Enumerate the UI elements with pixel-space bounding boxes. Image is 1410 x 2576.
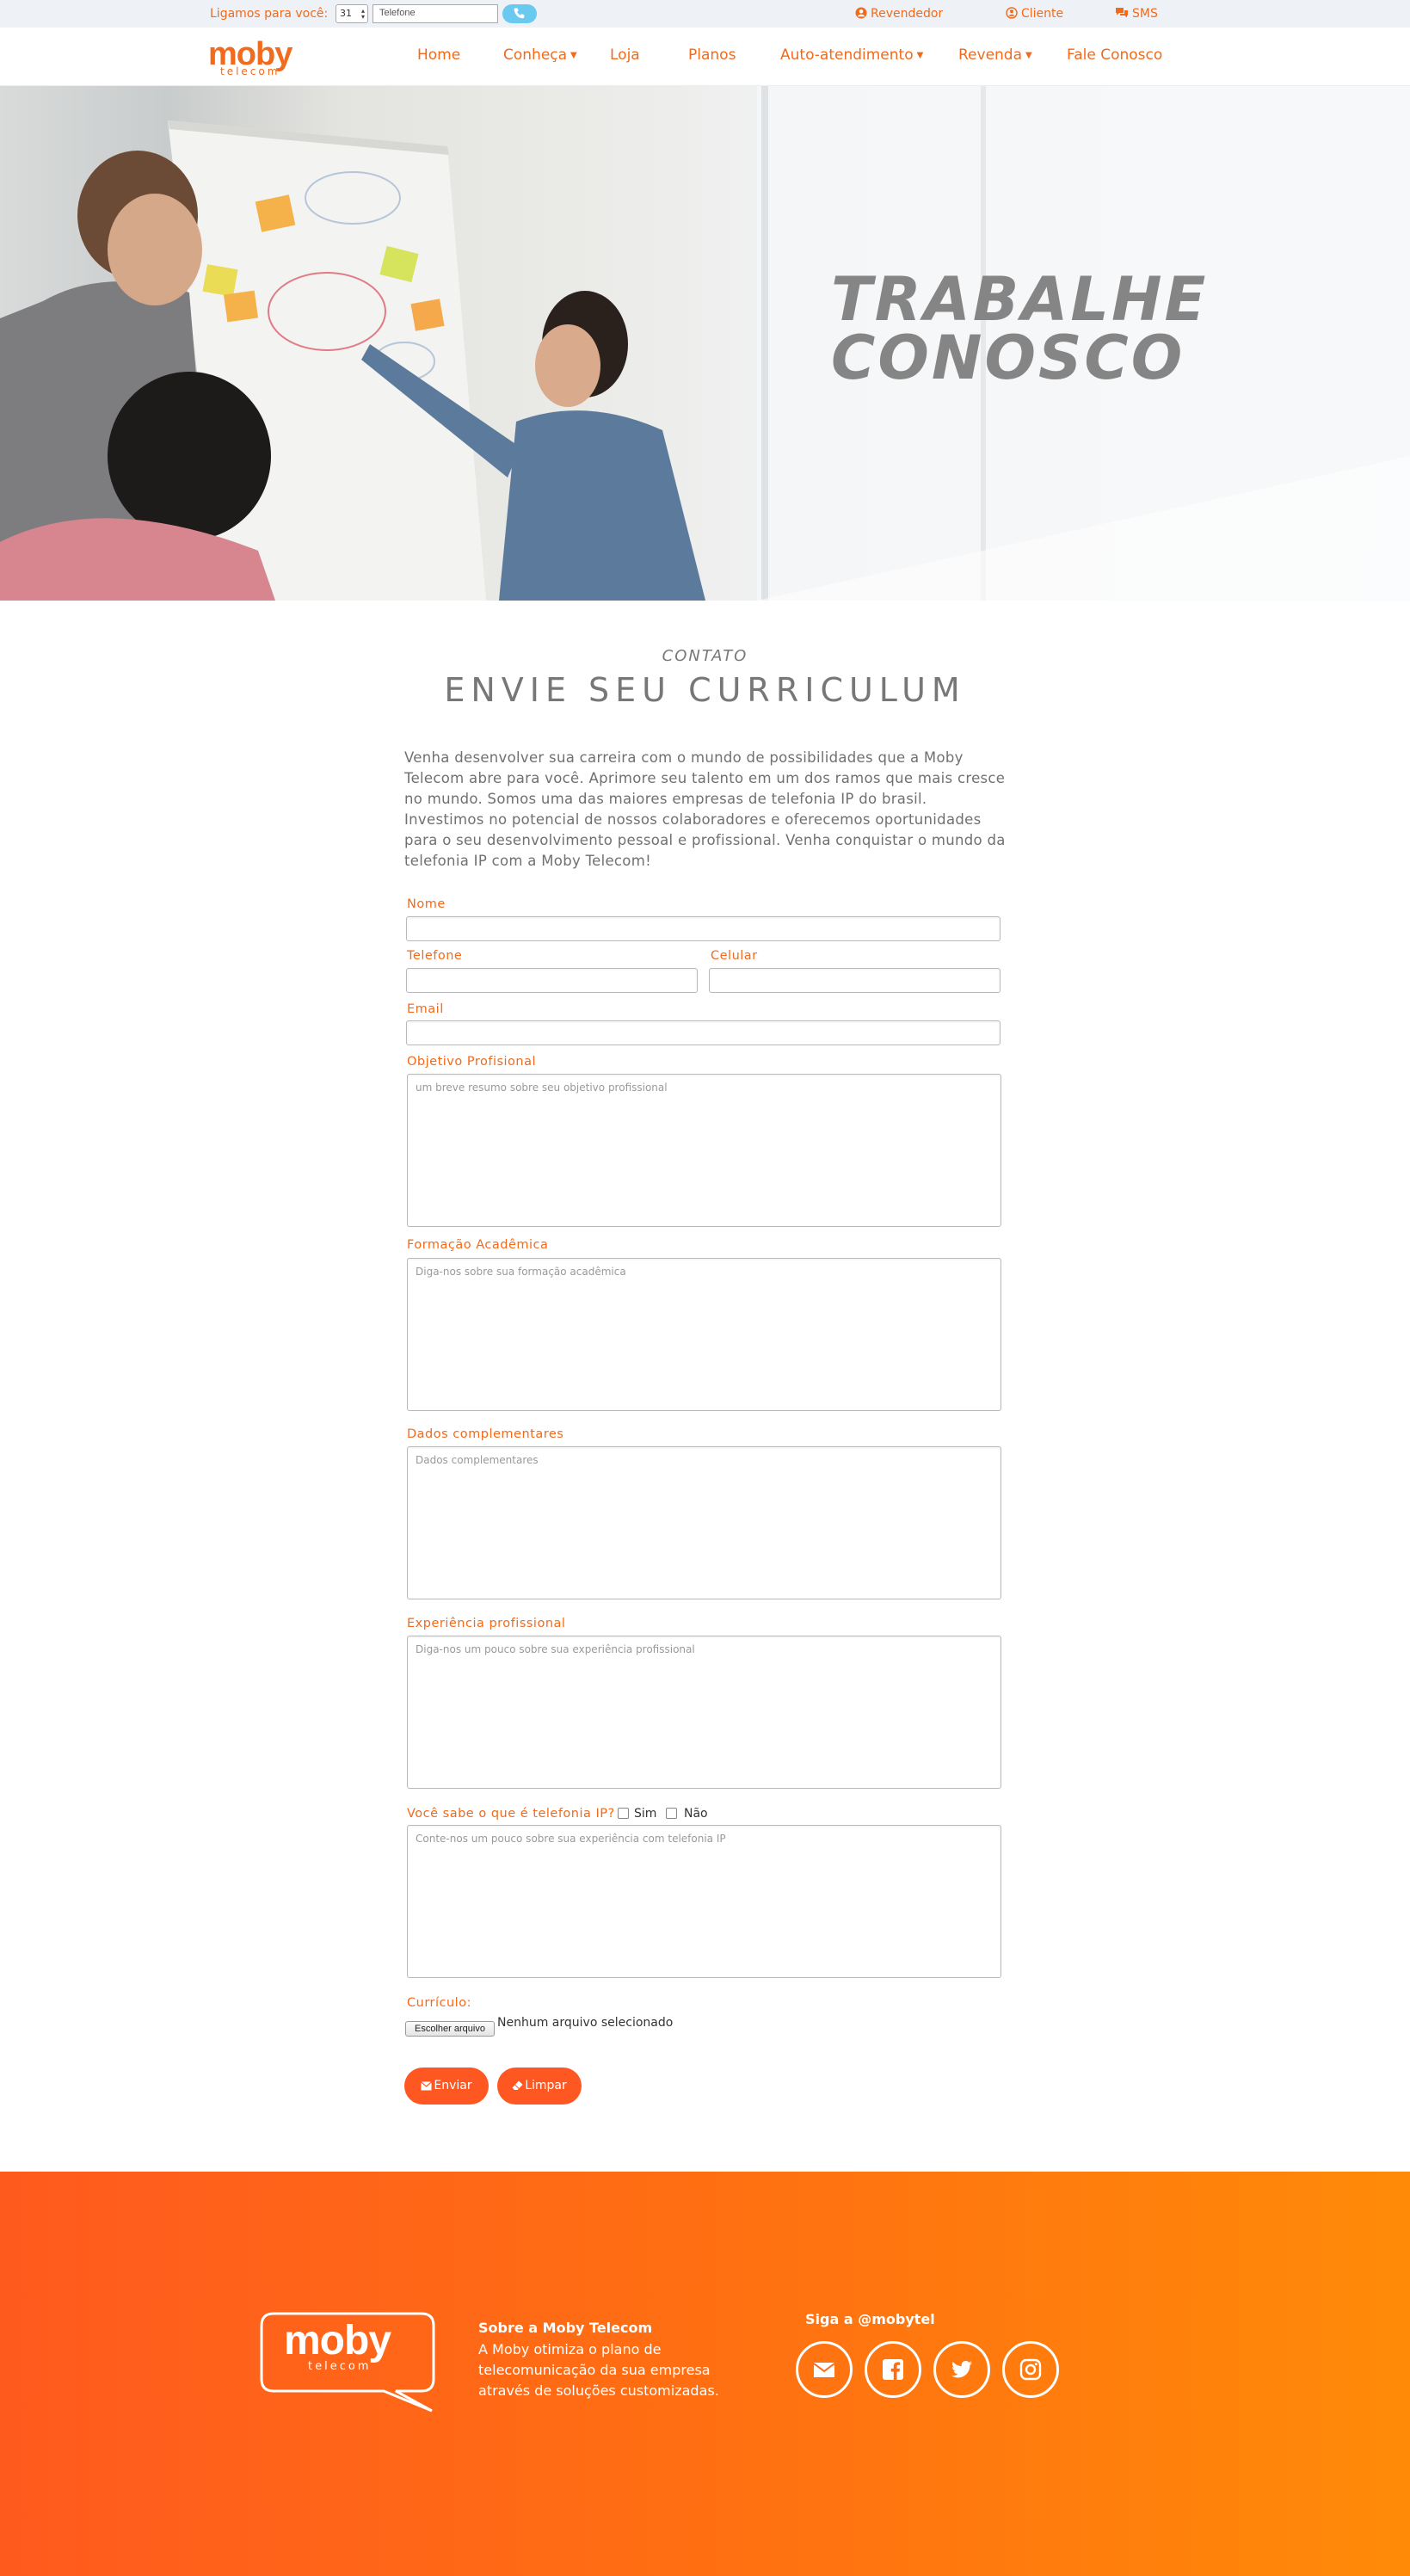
nav-auto-atendimento[interactable]: Auto-atendimento ▼: [780, 46, 923, 64]
top-bar: Ligamos para você: 31 ▴ ▾ Telefone Revend…: [0, 0, 1410, 28]
nav-conheca[interactable]: Conheça ▼: [503, 46, 577, 64]
twitter-icon: [951, 2360, 972, 2378]
formacao-placeholder: Diga-nos sobre sua formação acadêmica: [416, 1266, 626, 1278]
email-label: Email: [407, 1002, 444, 1016]
hero-title-line2: CONOSCO: [831, 323, 1185, 393]
formacao-textarea[interactable]: Diga-nos sobre sua formação acadêmica: [407, 1258, 1001, 1411]
voip-placeholder: Conte-nos um pouco sobre sua experiência…: [416, 1833, 726, 1845]
ddd-value: 31: [340, 8, 352, 19]
brand-logo[interactable]: moby telecom: [208, 36, 292, 77]
nav-home[interactable]: Home: [417, 46, 460, 64]
social-email-link[interactable]: [796, 2341, 853, 2398]
brand-sub: telecom: [220, 65, 280, 77]
footer-brand-sub: telecom: [308, 2360, 372, 2373]
call-label: Ligamos para você:: [210, 7, 329, 21]
nome-input[interactable]: [406, 916, 1001, 941]
choose-file-button[interactable]: Escolher arquivo: [405, 2021, 495, 2037]
user-icon: [1006, 7, 1018, 19]
file-status: Nenhum arquivo selecionado: [497, 2016, 674, 2030]
ddd-select[interactable]: 31 ▴ ▾: [336, 4, 368, 23]
experiencia-textarea[interactable]: Diga-nos um pouco sobre sua experiência …: [407, 1636, 1001, 1789]
hero-title: TRABALHE CONOSCO: [831, 264, 1209, 393]
reseller-label: Revendedor: [871, 7, 944, 21]
caret-down-icon: ▼: [916, 51, 924, 60]
nav-loja[interactable]: Loja: [610, 46, 640, 64]
sms-label: SMS: [1132, 7, 1158, 21]
caret-down-icon: ▼: [1025, 51, 1032, 60]
voip-yes-label: Sim: [634, 1807, 657, 1821]
hero-title-line1: TRABALHE: [831, 264, 1209, 335]
select-arrows-icon: ▴ ▾: [360, 7, 365, 21]
phone-input[interactable]: Telefone: [373, 4, 498, 23]
voip-textarea[interactable]: Conte-nos um pouco sobre sua experiência…: [407, 1825, 1001, 1978]
section-kicker: CONTATO: [662, 647, 748, 665]
nav-auto-label: Auto-atendimento: [780, 46, 914, 64]
call-button[interactable]: [502, 4, 537, 23]
nav-fale-conosco[interactable]: Fale Conosco: [1067, 46, 1162, 64]
instagram-icon: [1019, 2358, 1042, 2381]
intro-paragraph: Venha desenvolver sua carreira com o mun…: [404, 749, 1006, 869]
caret-down-icon: ▼: [570, 51, 577, 60]
footer-about-title: Sobre a Moby Telecom: [478, 2320, 653, 2336]
facebook-icon: [883, 2359, 903, 2380]
telefone-label: Telefone: [407, 949, 463, 963]
hero-banner: TRABALHE CONOSCO: [0, 86, 1410, 601]
objetivo-label: Objetivo Profisional: [407, 1055, 537, 1069]
social-facebook-link[interactable]: [865, 2341, 921, 2398]
dados-label: Dados complementares: [407, 1427, 564, 1441]
eraser-icon: [512, 2080, 523, 2090]
phone-placeholder: Telefone: [379, 8, 416, 18]
submit-label: Enviar: [434, 2079, 472, 2092]
curriculo-label: Currículo:: [407, 1996, 471, 2010]
experiencia-placeholder: Diga-nos um pouco sobre sua experiência …: [416, 1643, 695, 1655]
dados-placeholder: Dados complementares: [416, 1454, 539, 1466]
chat-icon: [1116, 8, 1128, 18]
footer-about-text: A Moby otimiza o plano de telecomunicaçã…: [478, 2341, 719, 2399]
nav-planos[interactable]: Planos: [688, 46, 736, 64]
formacao-label: Formação Acadêmica: [407, 1238, 549, 1252]
voip-question: Você sabe o que é telefonia IP?: [407, 1807, 615, 1821]
nav-revenda[interactable]: Revenda ▼: [958, 46, 1032, 64]
social-instagram-link[interactable]: [1002, 2341, 1059, 2398]
reseller-link[interactable]: Revendedor: [855, 7, 943, 21]
telefone-input[interactable]: [406, 968, 698, 993]
email-icon: [813, 2363, 835, 2377]
phone-icon: [514, 8, 525, 19]
footer-follow-label: Siga a @mobytel: [805, 2311, 935, 2327]
footer-brand-name: moby: [284, 2318, 391, 2363]
client-label: Cliente: [1021, 7, 1064, 21]
nav-revenda-label: Revenda: [958, 46, 1023, 64]
objetivo-textarea[interactable]: um breve resumo sobre seu objetivo profi…: [407, 1074, 1001, 1227]
celular-label: Celular: [711, 949, 758, 963]
section-title: ENVIE SEU CURRICULUM: [444, 671, 966, 709]
sms-link[interactable]: SMS: [1115, 7, 1158, 21]
brand-name: moby: [208, 36, 292, 72]
voip-no-label: Não: [684, 1807, 708, 1821]
client-link[interactable]: Cliente: [1006, 7, 1063, 21]
reset-label: Limpar: [525, 2079, 567, 2092]
envelope-icon: [421, 2081, 433, 2091]
dados-textarea[interactable]: Dados complementares: [407, 1446, 1001, 1599]
nome-label: Nome: [407, 897, 446, 911]
experiencia-label: Experiência profissional: [407, 1617, 566, 1630]
voip-yes-checkbox[interactable]: [618, 1808, 629, 1819]
user-circle-icon: [855, 7, 867, 19]
voip-no-checkbox[interactable]: [666, 1808, 677, 1819]
email-input[interactable]: [406, 1020, 1001, 1045]
objetivo-placeholder: um breve resumo sobre seu objetivo profi…: [416, 1082, 668, 1094]
celular-input[interactable]: [709, 968, 1001, 993]
footer-logo[interactable]: moby telecom: [260, 2312, 437, 2416]
submit-button[interactable]: Enviar: [404, 2068, 489, 2105]
nav-conheca-label: Conheça: [503, 46, 568, 64]
reset-button[interactable]: Limpar: [497, 2068, 582, 2105]
social-twitter-link[interactable]: [933, 2341, 990, 2398]
